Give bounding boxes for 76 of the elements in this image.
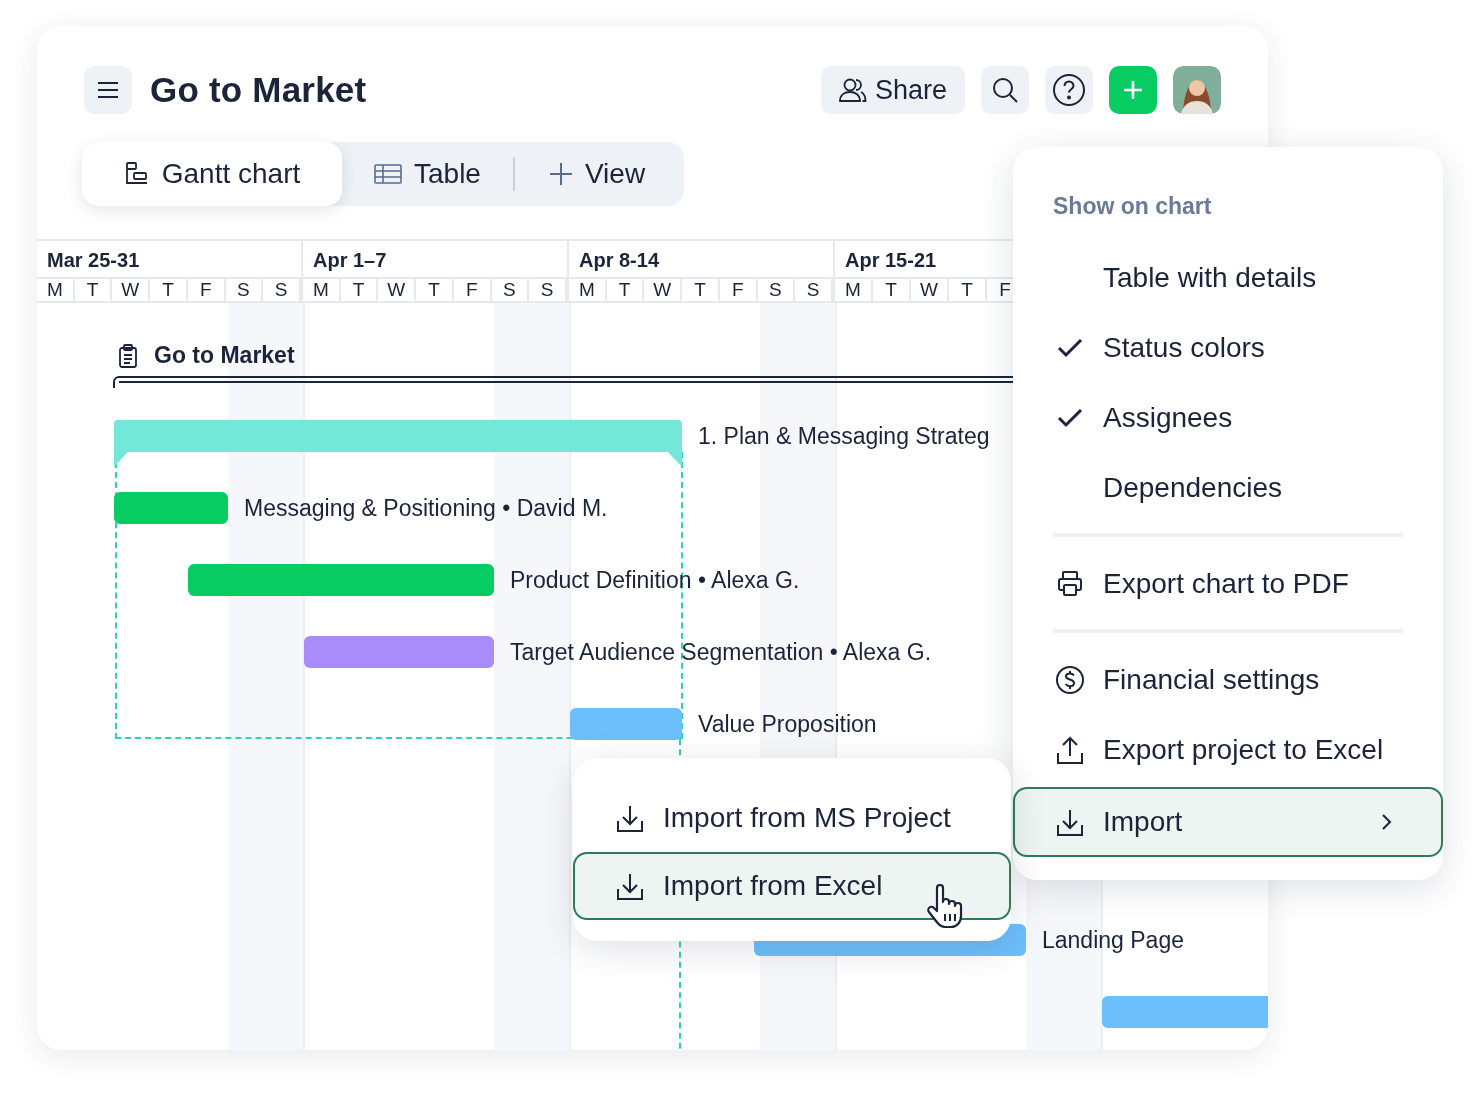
menu-item[interactable]: Financial settings [1013, 647, 1443, 713]
submenu-item[interactable]: Import from MS Project [573, 786, 1011, 850]
day-label: T [416, 279, 454, 301]
menu-item[interactable]: Export project to Excel [1013, 717, 1443, 783]
project-name: Go to Market [154, 342, 295, 369]
search-button[interactable] [981, 66, 1029, 114]
day-label: T [74, 279, 113, 301]
printer-icon [1055, 570, 1085, 598]
task-bar[interactable] [188, 564, 494, 596]
menu-item[interactable]: Import [1013, 787, 1443, 857]
day-label: S [529, 279, 568, 301]
day-label: T [340, 279, 379, 301]
avatar[interactable] [1173, 66, 1221, 114]
view-tab[interactable]: Gantt chart [82, 142, 342, 206]
table-icon [374, 164, 402, 184]
menu-option[interactable]: Dependencies [1013, 455, 1443, 521]
menu-option[interactable]: Status colors [1013, 315, 1443, 381]
day-label: M [37, 279, 75, 301]
menu-heading: Show on chart [1052, 193, 1213, 221]
day-label: T [682, 279, 720, 301]
menu-icon [97, 81, 119, 99]
day-label: T [150, 279, 188, 301]
day-label: M [569, 279, 607, 301]
week-label: Apr 8-14 [569, 241, 833, 279]
week-label: Mar 25-31 [37, 241, 301, 279]
day-label: W [112, 279, 151, 301]
menu-button[interactable] [84, 66, 132, 114]
task-label: Value Proposition [698, 710, 877, 739]
clipboard-icon [118, 343, 138, 368]
day-label: M [835, 279, 873, 301]
view-tab[interactable]: Table [342, 142, 513, 206]
download-icon [615, 871, 645, 901]
task-label: Target Audience Segmentation • Alexa G. [510, 638, 932, 667]
task-bar[interactable] [114, 492, 228, 524]
share-button[interactable]: Share [820, 66, 965, 114]
help-icon [1052, 73, 1086, 107]
day-label: S [757, 279, 796, 301]
task-label: Product Definition • Alexa G. [510, 566, 800, 595]
day-label: W [911, 279, 949, 301]
task-bar[interactable] [304, 636, 494, 668]
task-bar[interactable] [570, 708, 682, 740]
day-label: W [644, 279, 683, 301]
add-view-button[interactable]: View [514, 142, 678, 206]
day-label: F [187, 279, 226, 301]
download-icon [1055, 807, 1085, 837]
gantt-icon [123, 161, 150, 187]
chevron-right-icon [1381, 813, 1393, 831]
day-label: W [378, 279, 417, 301]
day-label: S [225, 279, 264, 301]
menu-option[interactable]: Assignees [1013, 385, 1443, 451]
task-label: Landing Page [1042, 926, 1184, 955]
task-bar[interactable] [1102, 996, 1268, 1028]
day-label: S [491, 279, 530, 301]
day-label: F [719, 279, 758, 301]
task-label: Messaging & Positioning • David M. [244, 494, 608, 523]
plus-icon [548, 162, 573, 186]
help-button[interactable] [1045, 66, 1093, 114]
dollar-icon [1055, 665, 1085, 695]
day-label: T [949, 279, 987, 301]
download-icon [615, 803, 645, 833]
search-icon [991, 76, 1019, 104]
day-label: M [303, 279, 341, 301]
day-label: S [795, 279, 834, 301]
people-icon [836, 77, 867, 103]
day-label: S [263, 279, 302, 301]
upload-icon [1055, 735, 1085, 765]
task-label: 1. Plan & Messaging Strateg [698, 422, 990, 451]
week-label: Apr 1–7 [303, 241, 567, 279]
project-title: Go to Market [150, 70, 367, 110]
plus-icon [1122, 79, 1144, 101]
group-bar[interactable] [114, 420, 682, 467]
menu-item[interactable]: Export chart to PDF [1013, 551, 1443, 617]
day-label: T [873, 279, 911, 301]
day-label: T [606, 279, 645, 301]
add-button[interactable] [1109, 66, 1157, 114]
day-label: F [453, 279, 492, 301]
